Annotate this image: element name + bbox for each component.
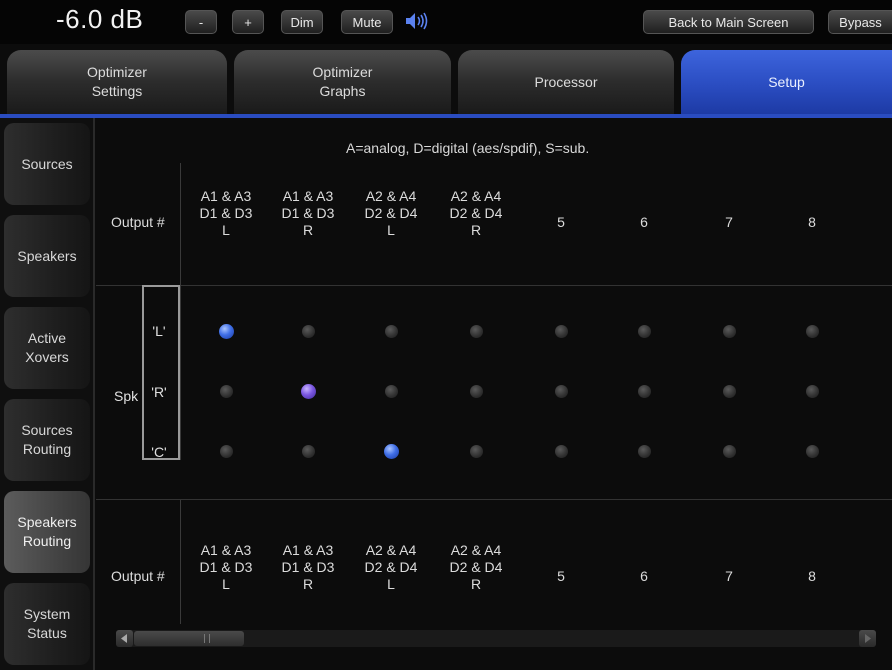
- output-column-header: A1 & A3 D1 & D3 R: [281, 542, 335, 592]
- output-column-header: 6: [640, 214, 648, 230]
- row-label-l: 'L': [152, 323, 166, 339]
- sidebar-item-system-status[interactable]: System Status: [4, 583, 90, 665]
- routing-node-dot[interactable]: [218, 323, 234, 339]
- output-column-header: 8: [808, 214, 816, 230]
- speaker-label: Spk: [114, 388, 139, 404]
- sidebar: Sources Speakers Active Xovers Sources R…: [0, 118, 95, 670]
- routing-node-dot[interactable]: [301, 324, 315, 338]
- grid-rule-bottom: [96, 499, 892, 500]
- speakers-routing-panel: A=analog, D=digital (aes/spdif), S=sub. …: [96, 118, 892, 670]
- output-column-header: 5: [557, 568, 565, 584]
- tab-optimizer-settings[interactable]: Optimizer Settings: [7, 50, 227, 114]
- output-column-header: A2 & A4 D2 & D4 L: [364, 542, 418, 592]
- routing-node-dot[interactable]: [469, 444, 483, 458]
- scroll-thumb[interactable]: [134, 631, 244, 646]
- routing-node-dot[interactable]: [722, 384, 736, 398]
- back-to-main-screen-button[interactable]: Back to Main Screen: [643, 10, 814, 34]
- routing-node-dot[interactable]: [219, 384, 233, 398]
- legend-caption: A=analog, D=digital (aes/spdif), S=sub.: [346, 140, 590, 156]
- main-tabs: Optimizer Settings Optimizer Graphs Proc…: [0, 50, 892, 116]
- sidebar-item-sources-routing[interactable]: Sources Routing: [4, 399, 90, 481]
- header-divider-top: [180, 163, 181, 285]
- output-column-header: A2 & A4 D2 & D4 L: [364, 188, 418, 238]
- bypass-button[interactable]: Bypass: [828, 10, 892, 34]
- tab-setup[interactable]: Setup: [681, 50, 892, 114]
- output-column-header: 7: [725, 568, 733, 584]
- mute-button[interactable]: Mute: [341, 10, 393, 34]
- routing-node-dot[interactable]: [805, 384, 819, 398]
- routing-node-dot[interactable]: [637, 384, 651, 398]
- routing-node-dot[interactable]: [554, 324, 568, 338]
- grid-rule-top: [96, 285, 892, 286]
- sidebar-item-speakers-routing[interactable]: Speakers Routing: [4, 491, 90, 573]
- routing-node-dot[interactable]: [219, 444, 233, 458]
- routing-node-dot[interactable]: [554, 444, 568, 458]
- routing-node-dot[interactable]: [805, 444, 819, 458]
- output-column-header: A2 & A4 D2 & D4 R: [449, 188, 503, 238]
- output-column-header: A1 & A3 D1 & D3 R: [281, 188, 335, 238]
- volume-up-button[interactable]: +: [232, 10, 264, 34]
- scroll-left-arrow-icon[interactable]: [116, 630, 133, 647]
- routing-node-dot[interactable]: [722, 444, 736, 458]
- output-column-header: A1 & A3 D1 & D3 L: [199, 188, 253, 238]
- output-column-header: A1 & A3 D1 & D3 L: [199, 542, 253, 592]
- output-column-header: 8: [808, 568, 816, 584]
- speaker-rows-box: [142, 285, 180, 460]
- volume-down-button[interactable]: -: [185, 10, 217, 34]
- sidebar-item-active-xovers[interactable]: Active Xovers: [4, 307, 90, 389]
- routing-node-dot[interactable]: [300, 383, 316, 399]
- routing-node-dot[interactable]: [722, 324, 736, 338]
- routing-node-dot[interactable]: [637, 324, 651, 338]
- row-label-r: 'R': [151, 384, 167, 400]
- routing-node-dot[interactable]: [384, 384, 398, 398]
- horizontal-scrollbar[interactable]: [116, 630, 876, 647]
- routing-node-dot[interactable]: [469, 324, 483, 338]
- sidebar-divider: [93, 118, 95, 670]
- routing-node-dot[interactable]: [554, 384, 568, 398]
- row-label-c: 'C': [151, 444, 167, 460]
- grip-icon: [204, 634, 210, 643]
- output-column-header: 6: [640, 568, 648, 584]
- sidebar-item-sources[interactable]: Sources: [4, 123, 90, 205]
- routing-node-dot[interactable]: [383, 443, 399, 459]
- sidebar-item-speakers[interactable]: Speakers: [4, 215, 90, 297]
- routing-node-dot[interactable]: [301, 444, 315, 458]
- tab-optimizer-graphs[interactable]: Optimizer Graphs: [234, 50, 451, 114]
- dim-button[interactable]: Dim: [281, 10, 323, 34]
- top-bar: -6.0 dB - + Dim Mute Back to Main Screen…: [0, 0, 892, 44]
- header-divider-bottom: [180, 500, 181, 624]
- output-number-label-top: Output #: [111, 214, 165, 230]
- speaker-icon[interactable]: [404, 10, 430, 32]
- output-column-header: 5: [557, 214, 565, 230]
- output-number-label-bottom: Output #: [111, 568, 165, 584]
- output-column-header: A2 & A4 D2 & D4 R: [449, 542, 503, 592]
- volume-readout: -6.0 dB: [56, 4, 144, 34]
- output-column-header: 7: [725, 214, 733, 230]
- tab-processor[interactable]: Processor: [458, 50, 674, 114]
- row-divider: [180, 285, 181, 460]
- routing-node-dot[interactable]: [469, 384, 483, 398]
- routing-node-dot[interactable]: [805, 324, 819, 338]
- scroll-right-arrow-icon[interactable]: [859, 630, 876, 647]
- routing-node-dot[interactable]: [637, 444, 651, 458]
- routing-node-dot[interactable]: [384, 324, 398, 338]
